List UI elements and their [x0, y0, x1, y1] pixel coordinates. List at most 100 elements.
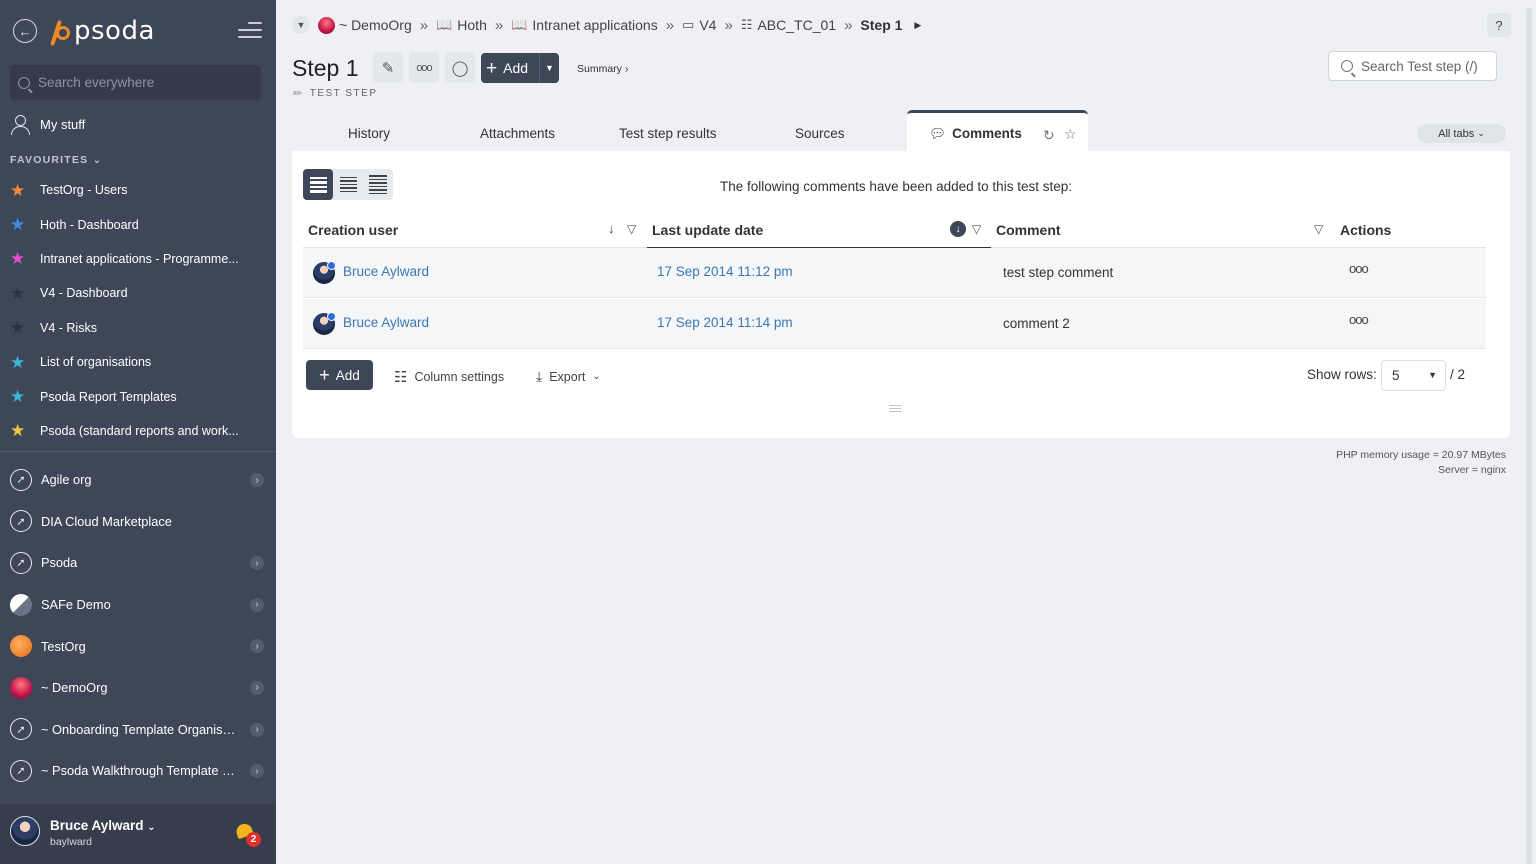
caret-right-icon[interactable]: ▶ — [914, 20, 921, 31]
favourite-item[interactable]: ★ V4 - Risks — [10, 311, 270, 345]
org-item[interactable]: ➚ DIA Cloud Marketplace — [0, 501, 276, 543]
help-button[interactable]: ? — [1487, 13, 1511, 37]
tab-history[interactable]: History — [348, 126, 390, 141]
edit-button[interactable]: ✎ — [373, 52, 403, 83]
sort-arrow-down-icon[interactable]: ↓ — [608, 221, 615, 236]
chevron-down-icon[interactable]: ▼ — [292, 16, 310, 34]
row-actions-button[interactable]: ooo — [1349, 261, 1369, 276]
chevron-down-icon[interactable]: ▼ — [539, 53, 559, 83]
plus-icon: + — [486, 57, 498, 79]
download-icon: ⤓ — [536, 368, 543, 384]
org-item[interactable]: ~ DemoOrg › — [0, 667, 276, 709]
my-stuff-link[interactable]: My stuff — [10, 114, 86, 135]
page-scrollbar[interactable] — [1526, 8, 1532, 864]
favourite-item[interactable]: ★ Intranet applications - Programme... — [10, 242, 270, 276]
add-dropdown-button[interactable]: + Add ▼ — [481, 53, 559, 83]
breadcrumb-item-abc-tc-01[interactable]: ☷ ABC_TC_01 — [741, 17, 836, 33]
more-options-button[interactable]: ooo — [409, 52, 439, 83]
org-item[interactable]: TestOrg › — [0, 625, 276, 667]
organisation-list: ➚ Agile org › ➚ DIA Cloud Marketplace ➚ Psod… — [0, 459, 276, 792]
chevron-right-icon[interactable]: › — [250, 556, 264, 571]
breadcrumb-separator: » — [844, 16, 853, 34]
creation-user-link[interactable]: Bruce Aylward — [343, 315, 429, 330]
table-row[interactable]: Bruce Aylward 17 Sep 2014 11:14 pm comme… — [303, 299, 1486, 349]
logo-text: psoda — [74, 16, 155, 46]
breadcrumb-item-v4[interactable]: ▭ V4 — [682, 17, 716, 33]
column-header-last-update-date[interactable]: Last update date — [652, 222, 763, 238]
org-label: SAFe Demo — [41, 597, 111, 613]
last-update-date-link[interactable]: 17 Sep 2014 11:14 pm — [657, 315, 793, 330]
favourites-heading[interactable]: FAVOURITES ⌄ — [10, 154, 102, 166]
org-item[interactable]: SAFe Demo › — [0, 584, 276, 626]
org-item[interactable]: ➚ Psoda › — [0, 542, 276, 584]
breadcrumb-item-hoth[interactable]: 📖 Hoth — [436, 17, 487, 33]
org-item[interactable]: ➚ ~ Onboarding Template Organisa... › — [0, 709, 276, 751]
back-arrow-icon[interactable]: ← — [13, 19, 37, 43]
filter-icon[interactable]: ▽ — [627, 222, 636, 236]
chevron-right-icon[interactable]: › — [250, 473, 264, 487]
org-label: TestOrg — [41, 638, 86, 654]
page-count: / 2 — [1450, 367, 1466, 382]
item-type-label: TEST STEP — [309, 88, 378, 99]
breadcrumb-item-intranet[interactable]: 📖 Intranet applications — [511, 17, 658, 33]
tab-sources[interactable]: Sources — [795, 126, 845, 141]
tag-button[interactable]: ◯ — [445, 52, 475, 83]
org-label: Psoda — [41, 555, 78, 571]
column-header-creation-user[interactable]: Creation user — [308, 222, 398, 238]
export-dropdown[interactable]: ⤓ Export ⌄ — [536, 368, 601, 385]
chevron-right-icon[interactable]: › — [250, 639, 264, 654]
favourite-item[interactable]: ★ Psoda (standard reports and work... — [10, 414, 270, 448]
add-comment-button[interactable]: + Add — [306, 360, 373, 390]
psoda-logo[interactable]: psoda — [50, 14, 155, 48]
star-outline-icon[interactable]: ☆ — [1064, 126, 1077, 143]
filter-icon[interactable]: ▽ — [1314, 222, 1323, 236]
notifications-button[interactable]: 2 — [234, 821, 261, 847]
star-icon: ★ — [10, 318, 26, 338]
summary-link[interactable]: Summary › — [577, 63, 628, 75]
compass-icon: ➚ — [10, 510, 32, 533]
creation-user-link[interactable]: Bruce Aylward — [343, 264, 429, 279]
user-menu[interactable]: Bruce Aylward ⌄ — [50, 818, 156, 833]
favourite-item[interactable]: ★ TestOrg - Users — [10, 173, 270, 207]
tab-test-step-results[interactable]: Test step results — [619, 126, 717, 141]
last-update-date-link[interactable]: 17 Sep 2014 11:12 pm — [657, 264, 793, 279]
tab-comments-label: Comments — [952, 126, 1022, 141]
tab-attachments[interactable]: Attachments — [480, 126, 555, 141]
filter-icon[interactable]: ▽ — [972, 222, 981, 236]
chevron-right-icon[interactable]: › — [250, 764, 264, 779]
org-item[interactable]: ➚ Agile org › — [0, 459, 276, 501]
pencil-icon: ✎ — [381, 59, 395, 77]
refresh-icon[interactable]: ↻ — [1043, 127, 1055, 144]
org-item[interactable]: ➚ ~ Psoda Walkthrough Template P... › — [0, 750, 276, 792]
column-header-comment[interactable]: Comment — [996, 222, 1061, 238]
rows-per-page-select[interactable]: 5 ▼ — [1381, 360, 1446, 391]
sort-active-down-icon[interactable]: ↓ — [950, 221, 966, 237]
chevron-right-icon[interactable]: › — [250, 597, 264, 612]
compass-icon: ➚ — [10, 718, 32, 741]
my-stuff-label: My stuff — [40, 116, 86, 132]
favourite-label: Hoth - Dashboard — [40, 217, 139, 232]
breadcrumb-separator: » — [494, 16, 504, 34]
all-tabs-dropdown[interactable]: All tabs ⌄ — [1417, 124, 1506, 143]
favourite-item[interactable]: ★ V4 - Dashboard — [10, 276, 270, 310]
favourite-item[interactable]: ★ List of organisations — [10, 345, 270, 379]
collapse-menu-icon[interactable] — [238, 22, 262, 40]
search-test-step-input[interactable] — [1361, 58, 1491, 74]
chevron-right-icon[interactable]: › — [250, 722, 264, 737]
search-everywhere-input[interactable] — [38, 75, 238, 90]
resize-handle-icon[interactable] — [889, 405, 901, 414]
star-icon: ★ — [10, 180, 26, 200]
tab-comments[interactable]: 💬︎ Comments ↻ ☆ — [907, 110, 1088, 152]
search-icon — [18, 76, 30, 89]
row-actions-button[interactable]: ooo — [1349, 312, 1369, 327]
avatar[interactable] — [10, 816, 40, 846]
table-row[interactable]: Bruce Aylward 17 Sep 2014 11:12 pm test … — [303, 248, 1486, 298]
favourite-item[interactable]: ★ Hoth - Dashboard — [10, 207, 270, 241]
chevron-right-icon[interactable]: › — [250, 680, 264, 695]
breadcrumb-item-demoorg[interactable]: ~ DemoOrg — [318, 16, 412, 34]
comments-panel: The following comments have been added t… — [292, 151, 1510, 438]
favourite-label: V4 - Dashboard — [40, 286, 128, 301]
speech-bubble-icon: 💬︎ — [929, 126, 947, 141]
favourite-item[interactable]: ★ Psoda Report Templates — [10, 379, 270, 413]
column-settings-button[interactable]: ☷ Column settings — [394, 368, 504, 386]
